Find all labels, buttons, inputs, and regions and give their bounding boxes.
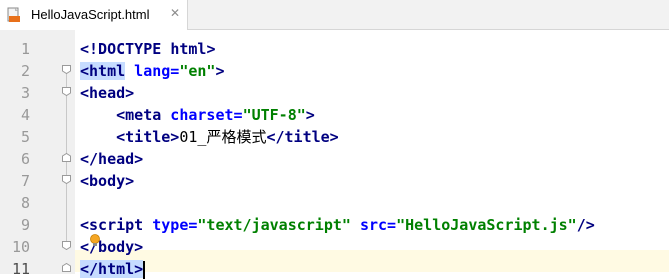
code-line[interactable]: <script type="text/javascript" src="Hell… bbox=[80, 214, 595, 236]
code-token: </title> bbox=[266, 128, 339, 146]
close-icon[interactable]: ✕ bbox=[170, 6, 180, 20]
code-token: <script bbox=[80, 216, 144, 234]
fold-toggle-icon[interactable] bbox=[62, 175, 71, 184]
code-token: <meta bbox=[80, 106, 162, 124]
code-token: src= bbox=[350, 216, 397, 234]
line-number: 5 bbox=[20, 128, 30, 146]
code-token: "text/javascript" bbox=[197, 216, 351, 234]
code-token: charset= bbox=[161, 106, 243, 124]
code-token: > bbox=[305, 106, 315, 124]
code-line[interactable]: <body> bbox=[80, 170, 134, 192]
line-number: 1 bbox=[20, 40, 30, 58]
line-number: 2 bbox=[20, 62, 30, 80]
code-line[interactable]: <html lang="en"> bbox=[80, 60, 225, 82]
line-number: 4 bbox=[20, 106, 30, 124]
editor-tab-bar: HelloJavaScript.html ✕ bbox=[0, 0, 669, 30]
code-line[interactable]: <title>01_严格模式</title> bbox=[80, 126, 339, 148]
code-token: type= bbox=[143, 216, 198, 234]
code-token: </head> bbox=[80, 150, 144, 168]
code-line[interactable]: <head> bbox=[80, 82, 134, 104]
fold-toggle-icon[interactable] bbox=[62, 65, 71, 74]
fold-toggle-icon[interactable] bbox=[62, 263, 71, 272]
code-token: <html bbox=[80, 62, 126, 80]
line-number: 6 bbox=[20, 150, 30, 168]
code-token: > bbox=[215, 62, 225, 80]
code-token: < bbox=[80, 238, 90, 256]
tab-filename: HelloJavaScript.html bbox=[31, 7, 150, 22]
lightbulb-icon[interactable] bbox=[89, 234, 101, 247]
code-token: /> bbox=[576, 216, 595, 234]
code-token: "en" bbox=[179, 62, 216, 80]
fold-toggle-icon[interactable] bbox=[62, 87, 71, 96]
code-token: > bbox=[206, 40, 216, 58]
line-number: 9 bbox=[20, 216, 30, 234]
code-line[interactable]: </head> bbox=[80, 148, 143, 170]
code-token: 严格模式 bbox=[206, 128, 267, 146]
code-token: 01_ bbox=[179, 128, 207, 146]
editor-tab[interactable]: HelloJavaScript.html ✕ bbox=[0, 0, 188, 30]
line-number: 11 bbox=[11, 260, 30, 278]
code-token: lang= bbox=[125, 62, 180, 80]
code-token: <title> bbox=[80, 128, 180, 146]
text-caret bbox=[143, 260, 146, 279]
line-number: 8 bbox=[20, 194, 30, 212]
code-line[interactable]: <!DOCTYPE html> bbox=[80, 38, 215, 60]
code-line[interactable]: </html> bbox=[80, 258, 146, 280]
html-file-icon bbox=[7, 7, 20, 22]
code-token: "HelloJavaScript.js" bbox=[396, 216, 577, 234]
fold-toggle-icon[interactable] bbox=[62, 153, 71, 162]
fold-toggle-icon[interactable] bbox=[62, 241, 71, 250]
code-token: <!DOCTYPE bbox=[80, 40, 171, 58]
code-token: <body> bbox=[80, 172, 135, 190]
code-token: "UTF-8" bbox=[242, 106, 306, 124]
code-token: html bbox=[170, 40, 207, 58]
line-number: 10 bbox=[11, 238, 30, 256]
line-number: 3 bbox=[20, 84, 30, 102]
code-line[interactable]: <meta charset="UTF-8"> bbox=[80, 104, 315, 126]
code-token: </html> bbox=[80, 260, 144, 278]
code-token: <head> bbox=[80, 84, 135, 102]
current-line-highlight bbox=[75, 250, 669, 272]
line-number: 7 bbox=[20, 172, 30, 190]
